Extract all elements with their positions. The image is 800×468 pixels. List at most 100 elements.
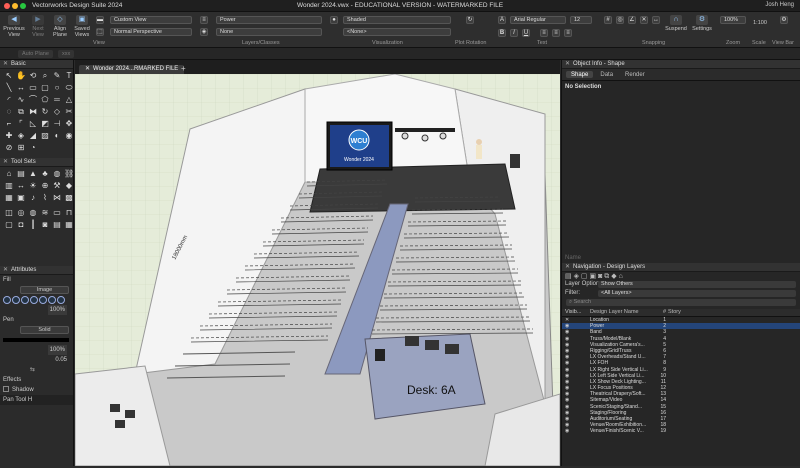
underline-button[interactable]: U bbox=[522, 29, 530, 37]
detailing-icon[interactable]: ▥ bbox=[4, 181, 14, 191]
pen-opacity-value[interactable]: 100% bbox=[47, 345, 67, 355]
event-design-icon[interactable]: ▦ bbox=[4, 193, 14, 203]
furniture-icon[interactable]: ▤ bbox=[16, 169, 26, 179]
col-number[interactable]: # bbox=[658, 309, 668, 316]
snap-intersection-icon[interactable]: ✕ bbox=[640, 16, 648, 24]
swatch-icon[interactable] bbox=[39, 296, 47, 304]
align-right-icon[interactable]: ≡ bbox=[564, 29, 572, 37]
previous-view-button[interactable]: ◀ Previous View bbox=[2, 15, 26, 38]
filter-dropdown[interactable]: <All Layers> bbox=[598, 290, 796, 297]
light-options-dropdown[interactable]: <None> bbox=[343, 28, 451, 36]
user-name[interactable]: Josh Heng bbox=[765, 2, 794, 8]
saved-views-button[interactable]: ▣ Saved Views bbox=[70, 15, 94, 38]
snapping-settings-button[interactable]: ⚙ Settings bbox=[690, 15, 714, 32]
swatch-icon[interactable] bbox=[48, 296, 56, 304]
layer-options-dropdown[interactable]: Show Others bbox=[598, 281, 796, 288]
close-icon[interactable]: ✕ bbox=[3, 267, 8, 273]
font-icon[interactable]: A bbox=[498, 16, 506, 24]
tape-measure-tool-icon[interactable]: ⊞ bbox=[16, 143, 26, 153]
triangle-tool-icon[interactable]: △ bbox=[64, 95, 74, 105]
fill-style-dropdown[interactable]: Image bbox=[20, 286, 69, 294]
layers-icon[interactable]: ≡ bbox=[200, 16, 208, 24]
screen-tool-icon[interactable]: ▢ bbox=[4, 220, 14, 230]
pipe-tool-icon[interactable]: ┃ bbox=[28, 220, 38, 230]
locus-tool-icon[interactable]: ✚ bbox=[4, 131, 14, 141]
video-icon[interactable]: ▣ bbox=[16, 193, 26, 203]
reshape-tool-icon[interactable]: ◇ bbox=[52, 107, 62, 117]
dimension-tool-icon[interactable]: ↔ bbox=[16, 83, 26, 93]
pen-color-swatch[interactable] bbox=[3, 338, 69, 342]
stair-tool-icon[interactable]: ◢ bbox=[28, 131, 38, 141]
line-tool-icon[interactable]: ╲ bbox=[4, 83, 14, 93]
swatch-icon[interactable] bbox=[21, 296, 29, 304]
render-mode-icon[interactable]: ● bbox=[330, 16, 338, 24]
stage-tool-icon[interactable]: ▭ bbox=[52, 208, 62, 218]
oval-tool-icon[interactable]: ⬭ bbox=[64, 83, 74, 93]
auto-plane-tab[interactable]: Auto Plane bbox=[18, 50, 53, 58]
shadow-checkbox[interactable] bbox=[3, 386, 9, 393]
new-tab-icon[interactable]: + bbox=[181, 64, 186, 73]
drape-tool-icon[interactable]: ≋ bbox=[40, 208, 50, 218]
zoom-dropdown[interactable]: 100% bbox=[720, 16, 746, 24]
mirror-tool-icon[interactable]: ⧓ bbox=[28, 107, 38, 117]
next-view-button[interactable]: ▶ Next View bbox=[26, 15, 50, 38]
swatch-icon[interactable] bbox=[30, 296, 38, 304]
spotlight-icon[interactable]: ◍ bbox=[52, 169, 62, 179]
eye-icon[interactable]: ◉ bbox=[562, 428, 590, 434]
classes-icon[interactable]: ◈ bbox=[200, 28, 208, 36]
symbols-icon[interactable]: ◆ bbox=[611, 273, 616, 280]
snap-grid-icon[interactable]: # bbox=[604, 16, 612, 24]
selection-tool-icon[interactable]: ↖ bbox=[4, 71, 14, 81]
zoom-tool-icon[interactable]: ⌕ bbox=[40, 71, 50, 81]
view-icon[interactable]: ▬ bbox=[96, 16, 104, 24]
mode-tab[interactable]: xxx bbox=[58, 50, 75, 58]
view-bar-settings-icon[interactable]: ⚙ bbox=[780, 16, 788, 24]
cable-icon[interactable]: ⌇ bbox=[40, 193, 50, 203]
align-plane-button[interactable]: ◇ Align Plane bbox=[48, 15, 72, 38]
close-icon[interactable]: ✕ bbox=[565, 264, 570, 270]
bold-button[interactable]: B bbox=[498, 29, 506, 37]
align-center-icon[interactable]: ≡ bbox=[552, 29, 560, 37]
document-tab[interactable]: ✕ Wonder 2024...RMARKED FILE bbox=[79, 65, 185, 74]
projection-dropdown[interactable]: Normal Perspective bbox=[110, 28, 192, 36]
hatch-tool-icon[interactable]: ▨ bbox=[40, 131, 50, 141]
text-tool-icon[interactable]: T bbox=[64, 71, 74, 81]
line-thickness-value[interactable]: 0.05 bbox=[55, 355, 67, 365]
tab-shape[interactable]: Shape bbox=[566, 71, 594, 78]
audio-icon[interactable]: ♪ bbox=[28, 193, 38, 203]
pan-tool-icon[interactable]: ✋ bbox=[16, 71, 26, 81]
snap-distance-icon[interactable]: ↔ bbox=[652, 16, 660, 24]
visualization-icon[interactable]: ☀ bbox=[28, 181, 38, 191]
active-layer-dropdown[interactable]: Power bbox=[216, 16, 322, 24]
tab-data[interactable]: Data bbox=[595, 71, 618, 78]
references-icon[interactable]: ⧉ bbox=[604, 273, 609, 280]
sheet-layers-icon[interactable]: ▢ bbox=[581, 273, 588, 280]
light-tool-icon[interactable]: ◍ bbox=[28, 208, 38, 218]
table-tool-icon[interactable]: ▦ bbox=[64, 220, 74, 230]
protractor-tool-icon[interactable]: ◔ bbox=[28, 143, 38, 153]
visibility-tool-icon[interactable]: ◉ bbox=[64, 131, 74, 141]
double-line-tool-icon[interactable]: ═ bbox=[52, 95, 62, 105]
active-class-dropdown[interactable]: None bbox=[216, 28, 322, 36]
fabrication-icon[interactable]: ⚒ bbox=[52, 181, 62, 191]
freehand-tool-icon[interactable]: ∿ bbox=[16, 95, 26, 105]
rigging-icon[interactable]: ⛓ bbox=[64, 169, 74, 179]
close-icon[interactable]: ✕ bbox=[3, 61, 8, 67]
clip-tool-icon[interactable]: ◩ bbox=[40, 119, 50, 129]
site-icon[interactable]: ▲ bbox=[28, 169, 38, 179]
fill-opacity-value[interactable]: 100% bbox=[47, 305, 67, 315]
attribute-mapping-tool-icon[interactable]: ◐ bbox=[52, 131, 62, 141]
split-tool-icon[interactable]: ✂ bbox=[64, 107, 74, 117]
rounded-rect-tool-icon[interactable]: ▢ bbox=[40, 83, 50, 93]
dims-notes-icon[interactable]: ↔ bbox=[16, 181, 26, 191]
close-icon[interactable]: ✕ bbox=[565, 61, 570, 67]
saved-views-icon[interactable]: ◙ bbox=[598, 273, 602, 280]
font-dropdown[interactable]: Arial Regular bbox=[510, 16, 566, 24]
label-tool-icon[interactable]: ▤ bbox=[52, 220, 62, 230]
classes-view-icon[interactable]: ◈ bbox=[574, 273, 579, 280]
slash-tool-icon[interactable]: ⊘ bbox=[4, 143, 14, 153]
truss-icon[interactable]: ⋈ bbox=[52, 193, 62, 203]
pen-style-dropdown[interactable]: Solid bbox=[20, 326, 69, 334]
close-icon[interactable]: ✕ bbox=[3, 159, 8, 165]
snap-object-icon[interactable]: ◎ bbox=[616, 16, 624, 24]
